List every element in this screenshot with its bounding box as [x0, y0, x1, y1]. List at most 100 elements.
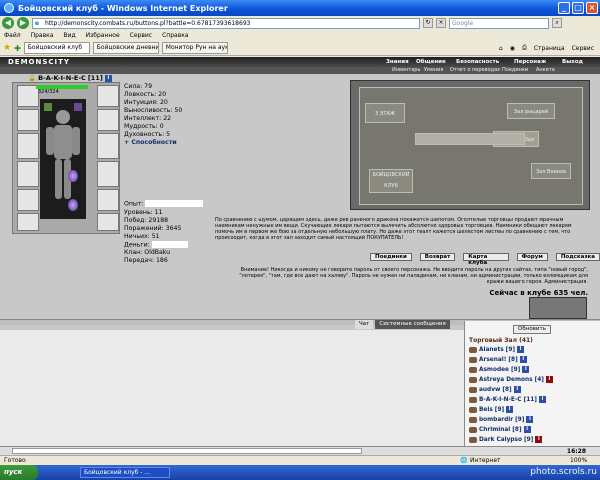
hint-button[interactable]: Подсказка [555, 253, 600, 261]
chat-input[interactable] [12, 448, 362, 454]
menu-edit[interactable]: Правка [31, 30, 54, 41]
user-name[interactable]: Alanets [479, 347, 504, 353]
refresh-icon[interactable]: ↻ [423, 18, 433, 28]
nav-security[interactable]: Безопасность [456, 57, 499, 67]
weapon-slot[interactable] [17, 133, 39, 159]
menu-help[interactable]: Справка [162, 30, 188, 41]
boots-slot[interactable] [97, 189, 119, 211]
list-item[interactable]: audvw [8] i [469, 386, 521, 393]
menu-file[interactable]: Файл [4, 30, 21, 41]
info-icon[interactable]: i [506, 406, 514, 413]
list-item[interactable]: Arsenal! [8] i [469, 356, 527, 363]
list-item[interactable]: bombardir [9] i [469, 416, 534, 423]
subnav-battles[interactable]: Поединки [502, 67, 528, 74]
map-fight-club[interactable]: БОЙЦОВСКИЙ КЛУБ [369, 169, 413, 193]
user-name[interactable]: bombardir [479, 417, 513, 423]
menu-favorites[interactable]: Избранное [86, 30, 120, 41]
character-figure[interactable] [40, 99, 86, 219]
gem-icon[interactable] [68, 199, 78, 211]
info-icon[interactable]: i [526, 416, 534, 423]
ring-slot[interactable] [17, 213, 39, 231]
tab-fight-club[interactable]: Бойцовский клуб [23, 42, 90, 54]
gem-icon[interactable] [68, 170, 78, 182]
favorites-star-icon[interactable]: ★ [3, 43, 11, 53]
user-name[interactable]: Astreya Demons [479, 377, 533, 383]
bracer-slot[interactable] [17, 109, 39, 131]
info-icon[interactable]: i [523, 426, 531, 433]
info-losses: Поражений: 3645 [124, 224, 182, 232]
maximize-button[interactable]: □ [572, 2, 584, 14]
list-item[interactable]: Dark Calypso [9] i [469, 436, 543, 443]
info-icon[interactable]: i [545, 376, 553, 383]
list-item[interactable]: Astreya Demons [4] i [469, 376, 553, 383]
close-button[interactable]: × [586, 2, 598, 14]
nav-social[interactable]: Общение [416, 57, 446, 67]
map-warriors-hall[interactable]: Зал Воинов [531, 163, 571, 179]
info-icon[interactable]: i [517, 346, 525, 353]
gloves-slot[interactable] [97, 133, 119, 159]
list-item[interactable]: Alanets [9] i [469, 346, 525, 353]
tab-chat[interactable]: Чат [355, 320, 374, 329]
list-item[interactable]: B-A-K-I-N-E-C [11] i [469, 396, 546, 403]
battles-button[interactable]: Поединки [370, 253, 412, 261]
home-icon[interactable]: ⌂ [499, 45, 503, 52]
subnav-transfers[interactable]: Отчет о переводах [450, 67, 500, 74]
search-icon[interactable]: ⌕ [552, 18, 562, 28]
search-input[interactable]: Google [449, 17, 549, 29]
list-item[interactable]: Beis [9] i [469, 406, 514, 413]
user-name[interactable]: Dark Calypso [479, 437, 522, 443]
menu-tools[interactable]: Сервис [130, 30, 152, 41]
user-name[interactable]: Asmodee [479, 367, 509, 373]
forward-button[interactable]: ▶ [17, 17, 29, 29]
tools-menu[interactable]: Сервис [572, 45, 594, 52]
info-icon[interactable]: i [535, 436, 543, 443]
legs-slot[interactable] [97, 213, 119, 231]
add-favorite-icon[interactable]: ✚ [14, 44, 21, 53]
refresh-button[interactable]: Обновить [513, 325, 551, 334]
earring-slot[interactable] [97, 85, 119, 107]
info-icon[interactable]: i [519, 356, 527, 363]
url-input[interactable]: http://demonscity.combats.ru/buttons.pl?… [32, 17, 420, 29]
abilities-link[interactable]: + Способности [124, 139, 182, 147]
belt-slot[interactable] [17, 189, 39, 211]
subnav-skills[interactable]: Умения [424, 67, 443, 74]
info-clan: Клан: OldBaku [124, 249, 171, 256]
list-item[interactable]: Chriminal [8] i [469, 426, 531, 433]
user-name[interactable]: Arsenal! [479, 357, 506, 363]
user-name[interactable]: audvw [479, 387, 500, 393]
subnav-profile[interactable]: Анкета [536, 67, 555, 74]
start-button[interactable]: пуск [0, 465, 38, 480]
user-name[interactable]: Beis [479, 407, 493, 413]
forum-button[interactable]: Форум [516, 253, 548, 261]
amulet-slot[interactable] [97, 109, 119, 131]
user-name[interactable]: Chriminal [479, 427, 510, 433]
armor-slot[interactable] [17, 161, 39, 187]
tab-rune-monitor[interactable]: Монитор Рун на аукционе ... [161, 42, 228, 54]
character-name[interactable]: B-A-K-I-N-E-C [38, 74, 86, 82]
nav-character[interactable]: Персонаж [514, 57, 546, 67]
stop-icon[interactable]: × [436, 18, 446, 28]
shield-slot[interactable] [97, 161, 119, 187]
map-knights-hall[interactable]: Зал рыцарей [507, 103, 555, 119]
info-icon[interactable]: i [513, 386, 521, 393]
menu-view[interactable]: Вид [63, 30, 75, 41]
page-menu[interactable]: Страница [534, 45, 565, 52]
info-icon[interactable]: i [104, 74, 112, 82]
return-button[interactable]: Возврат [419, 253, 456, 261]
list-item[interactable]: Asmodee [9] i [469, 366, 530, 373]
subnav-inventory[interactable]: Инвентарь [392, 67, 420, 74]
info-icon[interactable]: i [522, 366, 530, 373]
user-name[interactable]: B-A-K-I-N-E-C [479, 397, 522, 403]
feeds-icon[interactable]: ◉ [510, 45, 515, 52]
tab-diaries[interactable]: Бойцовские дневники - В-А... [92, 42, 159, 54]
info-icon[interactable]: i [538, 396, 546, 403]
club-map-button[interactable]: Карта клуба [463, 253, 509, 266]
back-button[interactable]: ◀ [2, 17, 14, 29]
minimize-button[interactable]: _ [558, 2, 570, 14]
tab-system-messages[interactable]: Системные сообщения [375, 320, 450, 329]
print-icon[interactable]: ⎙ [522, 44, 527, 52]
nav-knowledge[interactable]: Знания [386, 57, 409, 67]
map-floor3[interactable]: 3 ЭТАЖ [365, 103, 405, 123]
taskbar-item[interactable]: Бойцовский клуб - ... [80, 467, 170, 478]
nav-exit[interactable]: Выход [562, 57, 583, 67]
